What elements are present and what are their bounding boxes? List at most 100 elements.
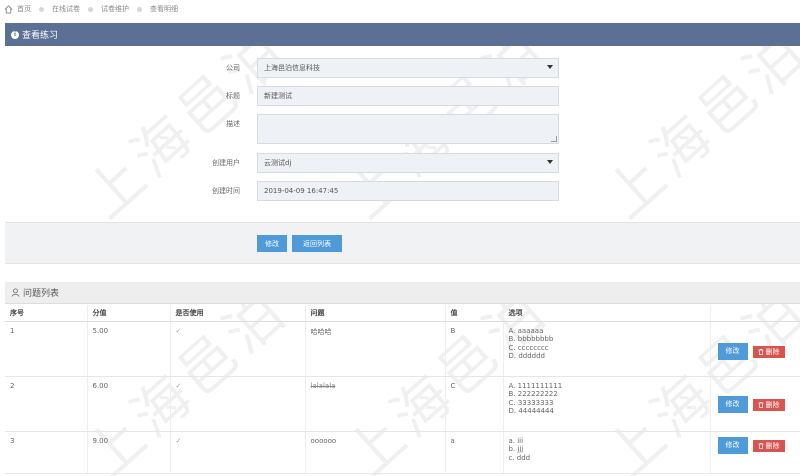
option-item: D. 44444444 <box>508 407 554 415</box>
breadcrumb-online-exam[interactable]: 在线试卷 <box>52 4 80 14</box>
panel-header: i 查看练习 <box>5 23 800 46</box>
row-delete-button[interactable]: 删除 <box>752 398 785 411</box>
cell-options: A. aaaaaa B. bbbbbbbb C. cccccccc D. ddd… <box>503 321 711 377</box>
title-value: 新建测试 <box>264 92 292 100</box>
row-edit-button[interactable]: 修改 <box>717 395 748 413</box>
company-row: 公司 上海邑泊信息科技 <box>0 58 800 78</box>
trash-icon <box>758 401 763 408</box>
option-item: a. iii <box>508 436 524 445</box>
title-row: 标题 新建测试 <box>0 86 800 106</box>
cell-index: 2 <box>5 376 88 432</box>
check-icon: ✓ <box>175 436 182 445</box>
cell-score: 9.00 <box>87 431 171 474</box>
chevron-down-icon <box>547 65 553 69</box>
edit-button[interactable]: 修改 <box>257 235 287 252</box>
cell-options: A. 1111111111 B. 222222222 C. 33333333 D… <box>503 376 711 432</box>
resize-handle-icon[interactable] <box>551 136 557 142</box>
cell-score: 5.00 <box>87 321 171 377</box>
breadcrumb-home[interactable]: 首页 <box>17 4 31 14</box>
column-header-actions <box>710 305 800 322</box>
breadcrumb-exam-maintenance[interactable]: 试卷维护 <box>101 4 129 14</box>
user-icon <box>11 288 20 297</box>
home-icon <box>4 4 13 14</box>
description-row: 描述 <box>0 114 800 144</box>
cell-question: lalalala <box>305 376 446 432</box>
option-item: c. ddd <box>508 453 531 462</box>
trash-icon <box>758 442 763 449</box>
chevron-down-icon <box>547 160 553 164</box>
option-item: C. 33333333 <box>508 398 554 407</box>
cell-question: 哈哈哈 <box>305 321 446 377</box>
cell-value: C <box>445 376 504 432</box>
title-label: 标题 <box>226 92 240 100</box>
cell-used: ✓ <box>170 431 306 474</box>
question-text: lalalala <box>310 381 336 390</box>
title-input[interactable]: 新建测试 <box>257 86 559 106</box>
created-time-row: 创建时间 2019-04-09 16:47:45 <box>0 181 800 201</box>
column-header-value: 值 <box>445 305 504 322</box>
option-item: B. 222222222 <box>508 390 558 398</box>
row-delete-label: 删除 <box>765 442 780 450</box>
table-header-row: 序号 分值 是否使用 问题 值 选项 <box>5 305 800 322</box>
check-icon: ✓ <box>175 381 182 390</box>
cell-question: oooooo <box>305 431 446 474</box>
form-actions: 修改 返回列表 <box>5 222 800 264</box>
breadcrumb-separator <box>39 6 44 12</box>
back-to-list-button[interactable]: 返回列表 <box>292 235 342 252</box>
row-edit-button[interactable]: 修改 <box>717 436 748 454</box>
creator-row: 创建用户 云测试dj <box>0 153 800 173</box>
row-delete-label: 删除 <box>765 401 780 409</box>
check-icon: ✓ <box>175 326 182 335</box>
column-header-question: 问题 <box>305 305 446 322</box>
cell-used: ✓ <box>170 321 306 377</box>
cell-used: ✓ <box>170 376 306 432</box>
table-row: 3 9.00 ✓ oooooo a a. iii b. jjj c. ddd 修… <box>5 431 800 474</box>
table-row: 1 5.00 ✓ 哈哈哈 B A. aaaaaa B. bbbbbbbb C. … <box>5 321 800 377</box>
cell-value: B <box>445 321 504 377</box>
table-row: 2 6.00 ✓ lalalala C A. 1111111111 B. 222… <box>5 376 800 432</box>
option-item: A. 1111111111 <box>508 381 563 390</box>
created-time-input[interactable]: 2019-04-09 16:47:45 <box>257 181 559 201</box>
cell-actions: 修改 删除 <box>710 431 800 474</box>
creator-label: 创建用户 <box>212 159 240 167</box>
option-item: D. dddddd <box>508 352 546 360</box>
question-list-header: 问题列表 <box>5 282 800 304</box>
row-delete-button[interactable]: 删除 <box>752 345 785 358</box>
cell-actions: 修改 删除 <box>710 321 800 377</box>
option-item: A. aaaaaa <box>508 326 544 335</box>
cell-score: 6.00 <box>87 376 171 432</box>
row-edit-button[interactable]: 修改 <box>717 342 748 360</box>
company-label: 公司 <box>226 64 240 72</box>
option-item: b. jjj <box>508 445 524 453</box>
description-textarea[interactable] <box>257 114 559 144</box>
question-table: 序号 分值 是否使用 问题 值 选项 1 5.00 ✓ 哈哈哈 B A. aaa… <box>5 305 800 474</box>
column-header-options: 选项 <box>503 305 711 322</box>
column-header-index: 序号 <box>5 305 88 322</box>
trash-icon <box>758 348 763 355</box>
option-item: C. cccccccc <box>508 343 549 352</box>
breadcrumb-detail: 查看明细 <box>150 5 178 13</box>
row-delete-label: 删除 <box>765 348 780 356</box>
company-value: 上海邑泊信息科技 <box>264 64 320 72</box>
row-delete-button[interactable]: 删除 <box>752 439 785 452</box>
column-header-score: 分值 <box>87 305 171 322</box>
cell-value: a <box>445 431 504 474</box>
description-label: 描述 <box>226 120 240 128</box>
cell-index: 1 <box>5 321 88 377</box>
breadcrumb-separator <box>137 6 142 12</box>
question-list-title: 问题列表 <box>23 289 60 299</box>
cell-index: 3 <box>5 431 88 474</box>
breadcrumb: 首页 在线试卷 试卷维护 查看明细 <box>4 3 178 15</box>
column-header-used: 是否使用 <box>170 305 306 322</box>
info-icon: i <box>11 30 19 39</box>
breadcrumb-separator <box>88 6 93 12</box>
company-select[interactable]: 上海邑泊信息科技 <box>257 58 559 78</box>
cell-options: a. iii b. jjj c. ddd <box>503 431 711 474</box>
cell-actions: 修改 删除 <box>710 376 800 432</box>
creator-value: 云测试dj <box>264 159 292 167</box>
created-time-value: 2019-04-09 16:47:45 <box>264 187 339 195</box>
panel-title: 查看练习 <box>22 31 59 41</box>
option-item: B. bbbbbbbb <box>508 335 554 343</box>
creator-select[interactable]: 云测试dj <box>257 153 559 173</box>
created-time-label: 创建时间 <box>212 187 240 195</box>
